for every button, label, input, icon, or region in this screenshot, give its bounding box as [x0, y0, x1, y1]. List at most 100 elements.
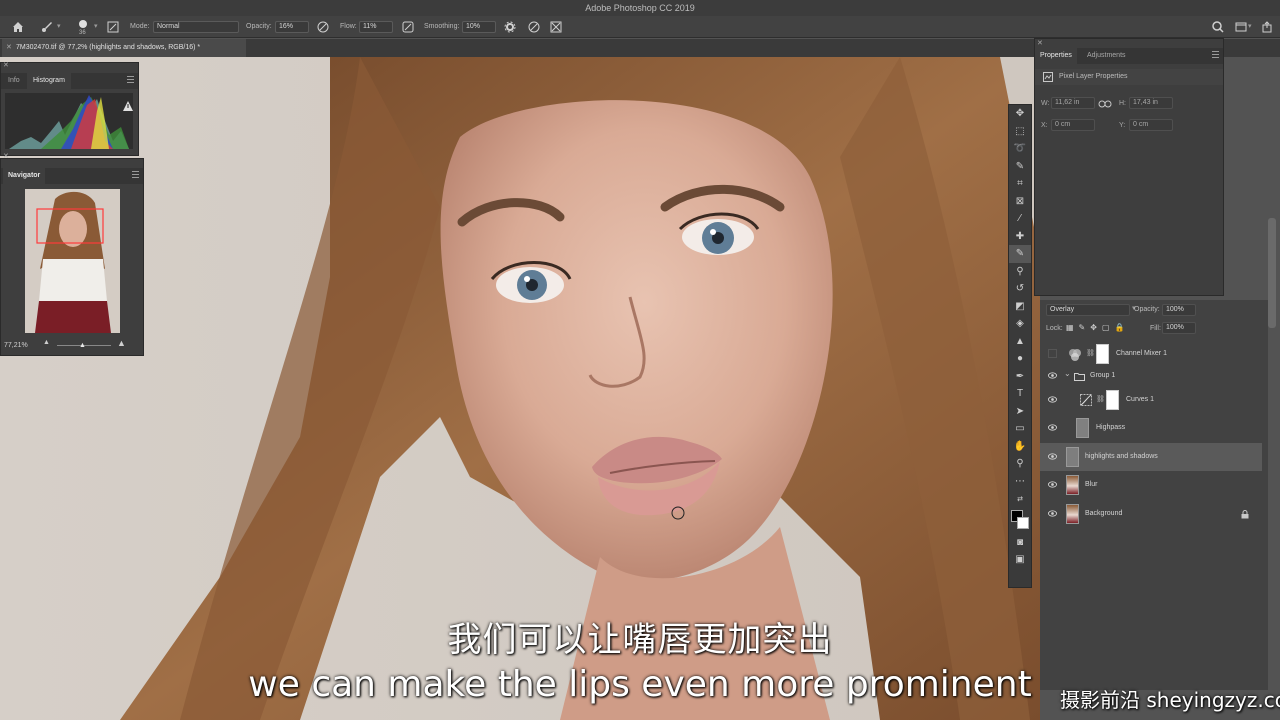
- x-field[interactable]: 0 cm: [1051, 119, 1095, 131]
- warning-icon[interactable]: [123, 101, 133, 111]
- visibility-off-box[interactable]: [1048, 349, 1057, 358]
- healing-brush-tool-icon[interactable]: ✚: [1009, 228, 1031, 246]
- eye-icon[interactable]: [1048, 371, 1057, 380]
- mask-link-icon[interactable]: ⛓: [1096, 395, 1105, 403]
- eye-icon[interactable]: [1048, 480, 1057, 489]
- layer-thumbnail[interactable]: [1066, 447, 1079, 467]
- default-colors-icon[interactable]: ⇄: [1009, 490, 1031, 508]
- group-expand-chevron-icon[interactable]: ⌄: [1064, 369, 1071, 378]
- layer-thumbnail[interactable]: [1076, 418, 1089, 438]
- histogram-menu-icon[interactable]: [127, 76, 134, 83]
- tab-histogram[interactable]: Histogram: [27, 73, 71, 89]
- blur-tool-icon[interactable]: ▲: [1009, 333, 1031, 351]
- tab-properties[interactable]: Properties: [1035, 48, 1077, 64]
- height-field[interactable]: 17,43 in: [1129, 97, 1173, 109]
- opacity-label: Opacity:: [246, 23, 272, 30]
- share-icon[interactable]: [1260, 20, 1274, 34]
- navigator-menu-icon[interactable]: [132, 171, 139, 178]
- panel-scrollbar[interactable]: [1268, 218, 1276, 328]
- navigator-close-icon[interactable]: ✕: [3, 152, 9, 160]
- eye-icon[interactable]: [1048, 395, 1057, 404]
- mask-link-icon[interactable]: ⛓: [1086, 349, 1095, 357]
- navigator-zoom-value[interactable]: 77,21%: [4, 342, 28, 349]
- clone-stamp-tool-icon[interactable]: ⚲: [1009, 263, 1031, 281]
- subtitle-chinese: 我们可以让嘴唇更加突出: [447, 620, 833, 660]
- zoom-out-icon[interactable]: ▲: [43, 339, 50, 346]
- eye-icon[interactable]: [1048, 509, 1057, 518]
- eyedropper-tool-icon[interactable]: ⁄: [1009, 210, 1031, 228]
- link-icon[interactable]: [1098, 99, 1112, 109]
- layer-mask-thumbnail[interactable]: [1106, 390, 1119, 410]
- properties-menu-icon[interactable]: [1212, 51, 1219, 58]
- brush-tool-icon[interactable]: ✎: [1009, 245, 1031, 263]
- y-field[interactable]: 0 cm: [1129, 119, 1173, 131]
- close-tab-icon[interactable]: ✕: [6, 39, 12, 57]
- smoothing-field[interactable]: 10%: [462, 21, 496, 33]
- home-icon[interactable]: [11, 20, 25, 34]
- mode-select[interactable]: Normal: [153, 21, 239, 33]
- layer-name: Blur: [1085, 481, 1098, 488]
- screen-mode-icon[interactable]: ▣: [1009, 551, 1031, 569]
- symmetry-icon[interactable]: [549, 20, 563, 34]
- brush-picker-chevron-icon[interactable]: ▾: [94, 16, 98, 38]
- x-label: X:: [1041, 122, 1048, 129]
- color-swatches-icon[interactable]: [1009, 508, 1031, 534]
- layer-curves-1[interactable]: ⛓ Curves 1: [1040, 386, 1262, 414]
- lasso-tool-icon[interactable]: ➰: [1009, 140, 1031, 158]
- history-brush-tool-icon[interactable]: ↺: [1009, 280, 1031, 298]
- lock-options-icons[interactable]: ▦✎✥▢🔒: [1066, 323, 1129, 332]
- hand-tool-icon[interactable]: ✋: [1009, 438, 1031, 456]
- rectangle-tool-icon[interactable]: ▭: [1009, 420, 1031, 438]
- crop-tool-icon[interactable]: ⌗: [1009, 175, 1031, 193]
- tool-preset-chevron-icon[interactable]: ▾: [57, 16, 61, 38]
- smoothing-options-gear-icon[interactable]: [503, 20, 517, 34]
- tab-adjustments[interactable]: Adjustments: [1081, 48, 1132, 64]
- path-selection-tool-icon[interactable]: ➤: [1009, 403, 1031, 421]
- pressure-opacity-icon[interactable]: [316, 20, 330, 34]
- layer-thumbnail[interactable]: [1066, 504, 1079, 524]
- navigator-thumbnail[interactable]: [25, 189, 120, 333]
- tab-navigator[interactable]: Navigator: [3, 168, 46, 184]
- layer-mask-thumbnail[interactable]: [1096, 344, 1109, 364]
- blend-mode-select[interactable]: Overlay: [1046, 304, 1130, 316]
- layer-blur[interactable]: Blur: [1040, 471, 1262, 499]
- tab-info[interactable]: Info: [3, 73, 25, 89]
- pressure-size-icon[interactable]: [527, 20, 541, 34]
- quick-selection-tool-icon[interactable]: ✎: [1009, 158, 1031, 176]
- layer-highpass[interactable]: Highpass: [1040, 414, 1262, 442]
- workspace-icon[interactable]: [1234, 20, 1248, 34]
- move-tool-icon[interactable]: ✥: [1009, 105, 1031, 123]
- document-tab[interactable]: ✕ 7M302470.tif @ 77,2% (highlights and s…: [2, 39, 246, 57]
- brush-settings-icon[interactable]: [106, 20, 120, 34]
- brush-tool-icon[interactable]: [40, 20, 54, 34]
- type-tool-icon[interactable]: T: [1009, 385, 1031, 403]
- layer-highlights-and-shadows[interactable]: highlights and shadows: [1040, 443, 1262, 471]
- marquee-tool-icon[interactable]: ⬚: [1009, 123, 1031, 141]
- zoom-tool-icon[interactable]: ⚲: [1009, 455, 1031, 473]
- zoom-slider-handle[interactable]: ▲: [79, 342, 86, 349]
- fill-field[interactable]: 100%: [1162, 322, 1196, 334]
- properties-close-icon[interactable]: ✕: [1037, 39, 1043, 47]
- histogram-close-icon[interactable]: ✕: [3, 61, 9, 69]
- more-tools-icon[interactable]: ⋯: [1009, 473, 1031, 491]
- dodge-tool-icon[interactable]: ●: [1009, 350, 1031, 368]
- eye-icon[interactable]: [1048, 423, 1057, 432]
- paint-bucket-tool-icon[interactable]: ◈: [1009, 315, 1031, 333]
- layer-background[interactable]: Background: [1040, 500, 1262, 528]
- fill-label: Fill:: [1150, 325, 1161, 332]
- flow-field[interactable]: 11%: [359, 21, 393, 33]
- workspace-chevron-icon[interactable]: ▾: [1248, 16, 1252, 38]
- quick-mask-icon[interactable]: ◙: [1009, 534, 1031, 552]
- layer-thumbnail[interactable]: [1066, 475, 1079, 495]
- opacity-field[interactable]: 16%: [275, 21, 309, 33]
- width-field[interactable]: 11,62 in: [1051, 97, 1095, 109]
- flow-label: Flow:: [340, 23, 357, 30]
- eye-icon[interactable]: [1048, 452, 1057, 461]
- pen-tool-icon[interactable]: ✒: [1009, 368, 1031, 386]
- airbrush-icon[interactable]: [401, 20, 415, 34]
- frame-tool-icon[interactable]: ⊠: [1009, 193, 1031, 211]
- layer-opacity-field[interactable]: 100%: [1162, 304, 1196, 316]
- zoom-in-icon[interactable]: ▲: [117, 338, 126, 348]
- search-icon[interactable]: [1211, 20, 1225, 34]
- eraser-tool-icon[interactable]: ◩: [1009, 298, 1031, 316]
